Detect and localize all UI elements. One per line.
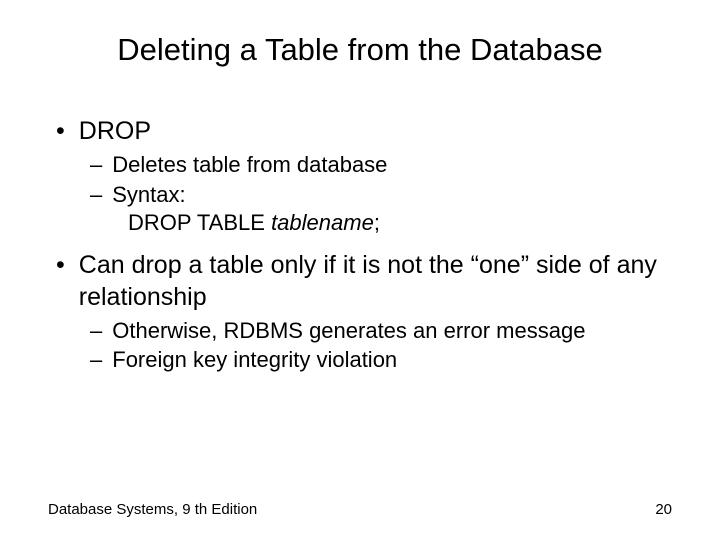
dash-icon: – [90, 347, 102, 373]
bullet-drop: • DROP [56, 116, 672, 147]
bullet-text: Deletes table from database [112, 151, 387, 179]
code-suffix: ; [374, 210, 380, 235]
dash-icon: – [90, 318, 102, 344]
bullet-text: Otherwise, RDBMS generates an error mess… [112, 317, 585, 345]
bullet-dot-icon: • [56, 117, 65, 146]
footer-page-number: 20 [655, 501, 672, 518]
bullet-syntax: – Syntax: [90, 181, 672, 209]
dash-icon: – [90, 182, 102, 208]
dash-icon: – [90, 152, 102, 178]
slide-title: Deleting a Table from the Database [48, 32, 672, 68]
bullet-dot-icon: • [56, 251, 65, 280]
bullet-text: Syntax: [112, 181, 185, 209]
bullet-can-drop: • Can drop a table only if it is not the… [56, 250, 672, 313]
bullet-code: DROP TABLE tablename; [128, 210, 672, 236]
footer-left: Database Systems, 9 th Edition [48, 501, 257, 518]
bullet-text: Can drop a table only if it is not the “… [79, 250, 672, 313]
slide-body: • DROP – Deletes table from database – S… [48, 116, 672, 374]
code-prefix: DROP TABLE [128, 210, 271, 235]
slide-footer: Database Systems, 9 th Edition 20 [48, 501, 672, 518]
code-tablename: tablename [271, 210, 374, 235]
bullet-fk: – Foreign key integrity violation [90, 346, 672, 374]
bullet-text: Foreign key integrity violation [112, 346, 397, 374]
bullet-deletes: – Deletes table from database [90, 151, 672, 179]
bullet-text: DROP [79, 116, 151, 147]
bullet-otherwise: – Otherwise, RDBMS generates an error me… [90, 317, 672, 345]
